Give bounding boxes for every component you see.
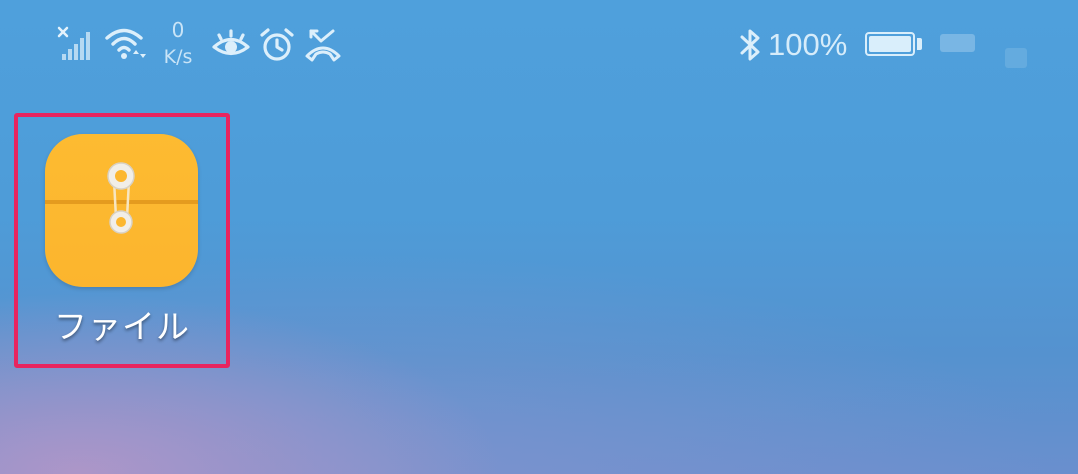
network-speed: 0 K/s: [156, 18, 200, 74]
battery-percent: 100%: [768, 27, 848, 62]
eye-comfort-icon: [212, 29, 250, 56]
bluetooth-icon: [740, 29, 760, 61]
battery-icon: [865, 32, 915, 56]
app-files-label[interactable]: ファイル: [18, 305, 226, 349]
app-files[interactable]: ファイル: [14, 113, 230, 368]
network-speed-unit: K/s: [163, 46, 193, 68]
signal-off-icon: [57, 26, 90, 60]
network-speed-value: 0: [171, 18, 185, 42]
notification-indicator: [940, 34, 975, 52]
files-folder-icon[interactable]: [45, 134, 198, 287]
battery-tip: [917, 38, 922, 50]
alarm-icon: [260, 28, 294, 61]
wifi-icon: [105, 28, 146, 59]
status-bar: 0 K/s 100%: [0, 0, 1078, 92]
missed-call-icon: [305, 29, 341, 62]
notification-indicator-2: [1005, 48, 1027, 68]
